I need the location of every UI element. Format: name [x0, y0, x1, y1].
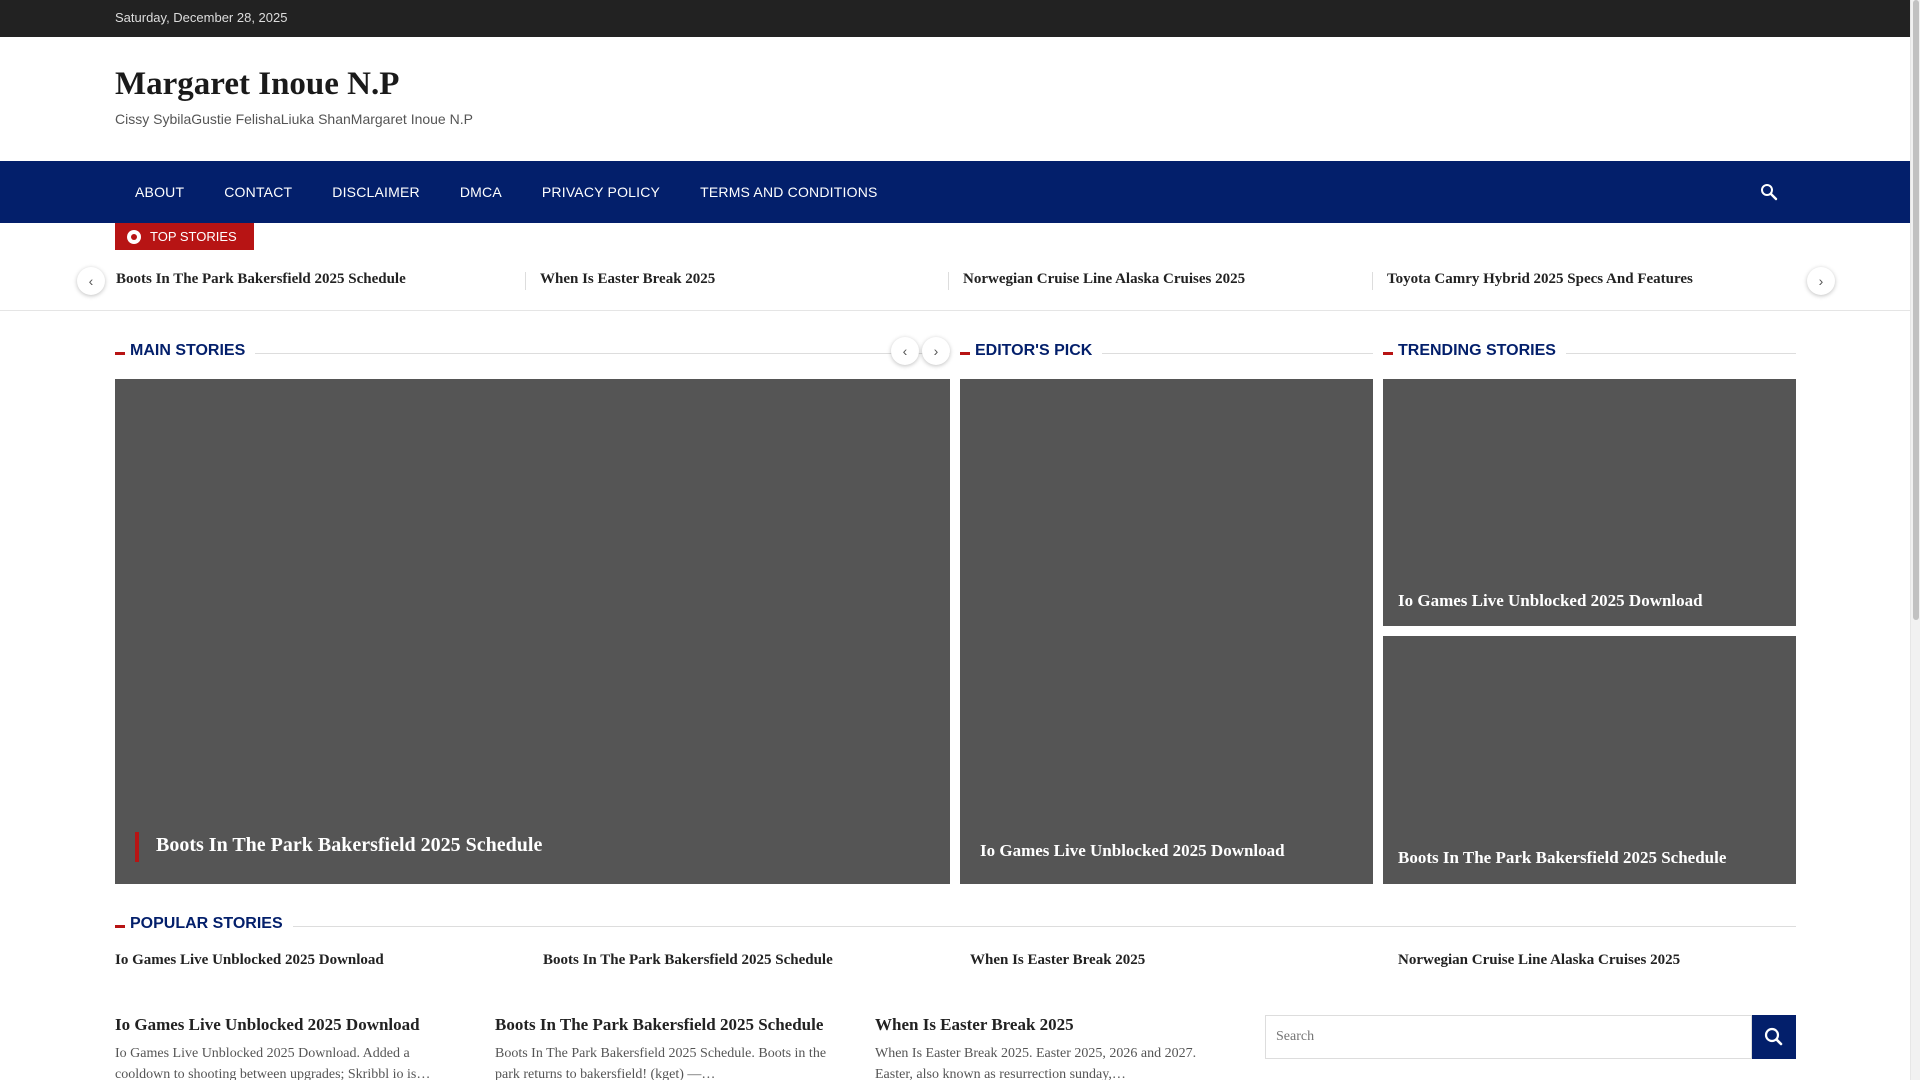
article-title[interactable]: When Is Easter Break 2025 [875, 1015, 1074, 1035]
main-story-card[interactable]: Boots In The Park Bakersfield 2025 Sched… [115, 379, 950, 884]
popular-item[interactable]: Io Games Live Unblocked 2025 Download [115, 952, 384, 969]
nav-item-disclaimer[interactable]: DISCLAIMER [312, 161, 440, 223]
heading-accent [115, 925, 125, 928]
scrollbar-thumb[interactable] [1913, 0, 1919, 620]
nav-item-privacy-policy[interactable]: PRIVACY POLICY [522, 161, 680, 223]
article-title[interactable]: Boots In The Park Bakersfield 2025 Sched… [495, 1015, 823, 1035]
main-navigation: ABOUT CONTACT DISCLAIMER DMCA PRIVACY PO… [0, 161, 1910, 223]
popular-item[interactable]: When Is Easter Break 2025 [970, 952, 1145, 969]
trending-title[interactable]: Boots In The Park Bakersfield 2025 Sched… [1398, 848, 1726, 868]
article-title[interactable]: Io Games Live Unblocked 2025 Download [115, 1015, 420, 1035]
top-stories-label: TOP STORIES [115, 223, 254, 250]
article-excerpt: Io Games Live Unblocked 2025 Download. A… [115, 1046, 431, 1080]
editors-pick-card[interactable]: Io Games Live Unblocked 2025 Download [960, 379, 1373, 884]
heading-accent [1383, 352, 1393, 355]
main-stories-next-button[interactable]: › [922, 337, 950, 365]
search-input[interactable] [1266, 1016, 1751, 1058]
heading-accent [115, 352, 125, 355]
article-excerpt: Boots In The Park Bakersfield 2025 Sched… [495, 1046, 827, 1080]
top-stories-label-text: TOP STORIES [150, 229, 237, 244]
ticker-item[interactable]: Boots In The Park Bakersfield 2025 Sched… [116, 271, 406, 288]
current-date: Saturday, December 28, 2025 [115, 10, 288, 25]
chevron-left-icon: ‹ [902, 343, 908, 359]
divider [525, 272, 526, 290]
divider [1372, 272, 1373, 290]
section-title: MAIN STORIES [130, 342, 256, 360]
main-stories-prev-button[interactable]: ‹ [891, 337, 919, 365]
search-icon [1764, 1027, 1783, 1046]
nav-item-contact[interactable]: CONTACT [204, 161, 312, 223]
popular-stories-heading: POPULAR STORIES [115, 915, 1796, 935]
nav-item-about[interactable]: ABOUT [115, 161, 204, 223]
page-scrollbar[interactable] [1910, 0, 1920, 1080]
trending-card[interactable]: Io Games Live Unblocked 2025 Download [1383, 379, 1796, 626]
trending-card[interactable]: Boots In The Park Bakersfield 2025 Sched… [1383, 636, 1796, 884]
heading-accent [960, 352, 970, 355]
search-icon[interactable] [1760, 183, 1778, 201]
chevron-left-icon: ‹ [88, 273, 94, 289]
divider [948, 272, 949, 290]
editors-pick-heading: EDITOR'S PICK [960, 342, 1373, 362]
section-title: POPULAR STORIES [130, 915, 293, 933]
popular-item[interactable]: Boots In The Park Bakersfield 2025 Sched… [543, 952, 833, 969]
ticker-next-button[interactable]: › [1807, 267, 1835, 295]
sidebar-search [1265, 1015, 1752, 1059]
top-stories-ticker: ‹ Boots In The Park Bakersfield 2025 Sch… [0, 253, 1910, 311]
live-dot-icon [127, 230, 141, 244]
trending-title[interactable]: Io Games Live Unblocked 2025 Download [1398, 591, 1703, 611]
popular-item[interactable]: Norwegian Cruise Line Alaska Cruises 202… [1398, 952, 1680, 969]
article-excerpt: When Is Easter Break 2025. Easter 2025, … [875, 1046, 1197, 1080]
main-story-title[interactable]: Boots In The Park Bakersfield 2025 Sched… [156, 834, 542, 857]
chevron-right-icon: › [1818, 273, 1824, 289]
nav-item-terms[interactable]: TERMS AND CONDITIONS [680, 161, 897, 223]
section-title: TRENDING STORIES [1398, 342, 1566, 360]
trending-stories-heading: TRENDING STORIES [1383, 342, 1796, 362]
section-title: EDITOR'S PICK [975, 342, 1103, 360]
top-bar: Saturday, December 28, 2025 [0, 0, 1910, 37]
divider [130, 926, 1796, 927]
chevron-right-icon: › [933, 343, 939, 359]
nav-item-dmca[interactable]: DMCA [440, 161, 522, 223]
search-submit-button[interactable] [1752, 1015, 1796, 1059]
site-title[interactable]: Margaret Inoue N.P [115, 66, 399, 103]
ticker-item[interactable]: Toyota Camry Hybrid 2025 Specs And Featu… [1387, 271, 1693, 288]
caption-accent [135, 832, 139, 862]
editors-pick-title[interactable]: Io Games Live Unblocked 2025 Download [980, 841, 1285, 861]
ticker-prev-button[interactable]: ‹ [77, 267, 105, 295]
ticker-item[interactable]: When Is Easter Break 2025 [540, 271, 715, 288]
site-description: Cissy SybilaGustie FelishaLiuka ShanMarg… [115, 111, 473, 127]
ticker-item[interactable]: Norwegian Cruise Line Alaska Cruises 202… [963, 271, 1245, 288]
main-stories-heading: MAIN STORIES [115, 342, 950, 362]
